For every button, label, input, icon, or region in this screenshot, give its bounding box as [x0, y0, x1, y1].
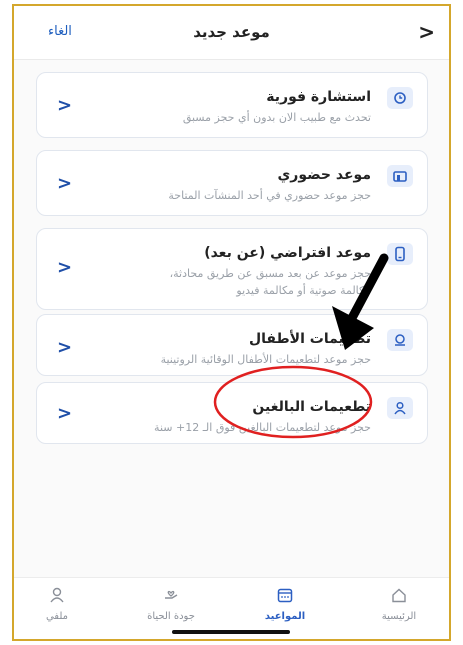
option-subtitle: حجز موعد لتطعيمات البالغين فوق الـ 12+ س… — [154, 421, 371, 434]
header: > موعد جديد الغاء — [14, 6, 449, 60]
option-title: موعد حضوري — [277, 167, 371, 183]
option-subtitle-line1: حجز موعد عن بعد مسبق عن طريق محادثة، — [169, 267, 371, 280]
chevron-left-icon: < — [57, 257, 73, 278]
option-subtitle: حجز موعد حضوري في أحد المنشآت المتاحة — [168, 189, 371, 202]
option-adult-vaccinations[interactable]: تطعيمات البالغين حجز موعد لتطعيمات البال… — [36, 382, 428, 444]
nav-quality-of-life-label: جودة الحياة — [147, 611, 195, 622]
bottom-nav: ملفي جودة الحياة المواعيد الرئيسية — [14, 577, 449, 639]
option-virtual-appointment[interactable]: موعد افتراضي (عن بعد) حجز موعد عن بعد مس… — [36, 228, 428, 310]
option-title: استشارة فورية — [266, 89, 371, 105]
option-subtitle: حجز موعد لتطعيمات الأطفال الوقائية الروت… — [160, 353, 371, 366]
adult-person-icon — [387, 397, 413, 419]
calendar-icon — [277, 588, 293, 603]
nav-profile-label: ملفي — [45, 611, 69, 622]
option-child-vaccinations[interactable]: تطعيمات الأطفال حجز موعد لتطعيمات الأطفا… — [36, 314, 428, 376]
option-title: تطعيمات البالغين — [252, 399, 371, 415]
chevron-left-icon: < — [57, 173, 73, 194]
option-title: موعد افتراضي (عن بعد) — [204, 245, 371, 261]
nav-home[interactable]: الرئيسية — [364, 586, 434, 622]
nav-appointments[interactable]: المواعيد — [250, 586, 320, 622]
home-icon — [392, 588, 406, 603]
chevron-left-icon: < — [57, 337, 73, 358]
option-title: تطعيمات الأطفال — [249, 331, 371, 347]
page-title: موعد جديد — [193, 23, 270, 41]
nav-profile[interactable]: ملفي — [22, 586, 92, 622]
chevron-left-icon: < — [57, 403, 73, 424]
option-subtitle: تحدث مع طبيب الان بدون أي حجز مسبق — [182, 111, 371, 124]
option-instant-consultation[interactable]: استشارة فورية تحدث مع طبيب الان بدون أي … — [36, 72, 428, 138]
option-in-person-appointment[interactable]: موعد حضوري حجز موعد حضوري في أحد المنشآت… — [36, 150, 428, 216]
child-icon — [387, 329, 413, 351]
phone-icon — [387, 243, 413, 265]
nav-quality-of-life[interactable]: جودة الحياة — [136, 586, 206, 622]
option-subtitle-line2: مكالمة صوتية أو مكالمة فيديو — [236, 284, 371, 297]
profile-icon — [50, 587, 64, 603]
home-indicator — [172, 630, 290, 634]
hand-heart-icon — [165, 590, 178, 599]
clock-chat-icon — [387, 87, 413, 109]
chevron-left-icon: < — [57, 95, 73, 116]
building-icon — [387, 165, 413, 187]
phone-screen: > موعد جديد الغاء استشارة فورية تحدث مع … — [12, 4, 451, 641]
cancel-button[interactable]: الغاء — [48, 24, 72, 39]
nav-appointments-label: المواعيد — [264, 611, 306, 622]
nav-home-label: الرئيسية — [381, 611, 417, 622]
